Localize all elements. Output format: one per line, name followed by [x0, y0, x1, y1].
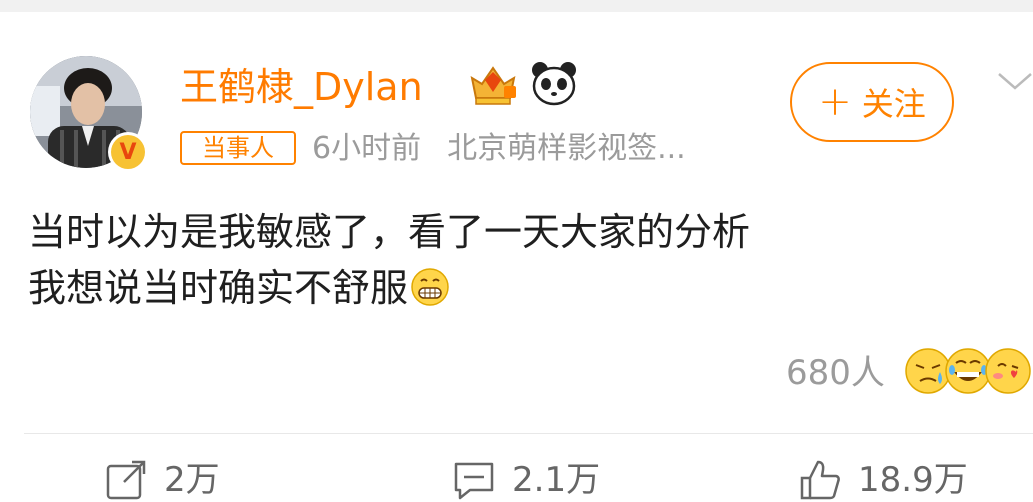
- plus-icon: +: [818, 79, 852, 125]
- repost-count: 2万: [164, 460, 220, 500]
- post-time: 6小时前: [312, 131, 422, 166]
- top-bar: [0, 0, 1033, 12]
- post-content: 当时以为是我敏感了，看了一天大家的分析 我想说当时确实不舒服: [28, 204, 750, 316]
- comment-button[interactable]: 2.1万: [452, 458, 600, 502]
- follow-button[interactable]: + 关注: [790, 62, 954, 142]
- content-line-1: 当时以为是我敏感了，看了一天大家的分析: [28, 210, 751, 254]
- like-button[interactable]: 18.9万: [798, 458, 968, 502]
- laughing-face-icon: [945, 348, 991, 394]
- username[interactable]: 王鹤棣_Dylan: [180, 62, 423, 112]
- verified-badge: V: [108, 132, 148, 172]
- grin-emoji-icon: [411, 267, 449, 306]
- repost-icon: [106, 460, 146, 500]
- reaction-icons[interactable]: [904, 346, 1032, 396]
- panda-icon[interactable]: [530, 60, 578, 106]
- divider: [24, 433, 1033, 434]
- verified-v-icon: V: [111, 135, 145, 169]
- tired-face-icon: [905, 348, 951, 394]
- repost-button[interactable]: 2万: [104, 458, 220, 502]
- thumbs-up-icon: [800, 460, 840, 500]
- crown-diamond-icon[interactable]: [466, 62, 520, 106]
- content-line-2: 我想说当时确实不舒服: [28, 260, 750, 316]
- post-source: 北京萌样影视签...: [447, 131, 686, 166]
- content-line-2-text: 我想说当时确实不舒服: [28, 266, 409, 310]
- chevron-down-icon[interactable]: [996, 66, 1033, 96]
- comment-count: 2.1万: [512, 460, 601, 500]
- like-count: 18.9万: [858, 460, 968, 500]
- post-meta: 6小时前 北京萌样影视签...: [312, 128, 686, 170]
- follow-label: 关注: [861, 85, 926, 123]
- role-tag: 当事人: [180, 131, 296, 165]
- comment-icon: [454, 462, 494, 500]
- kiss-face-icon: [985, 348, 1031, 394]
- reaction-count[interactable]: 680人: [786, 350, 885, 396]
